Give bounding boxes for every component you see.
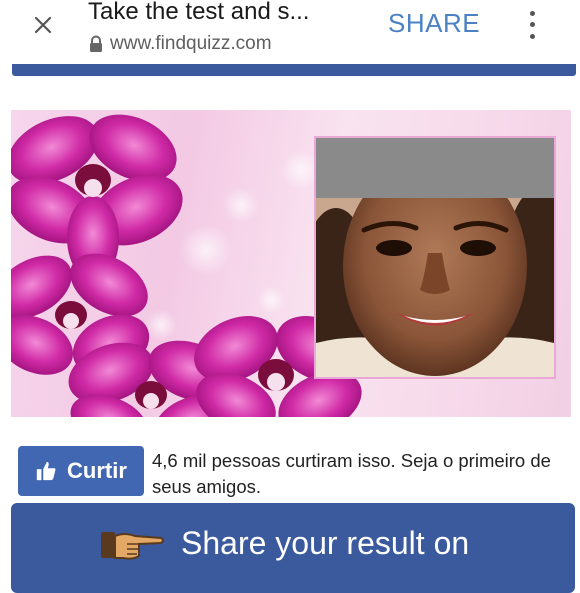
share-result-label: Share your result on	[181, 525, 470, 561]
more-vert-icon[interactable]	[522, 8, 542, 42]
like-button[interactable]: Curtir	[18, 446, 144, 496]
close-icon[interactable]	[28, 10, 58, 40]
url-bar[interactable]: www.findquizz.com	[88, 32, 272, 56]
like-label: Curtir	[67, 458, 127, 483]
portrait-photo	[314, 136, 556, 379]
page-title: Take the test and s...	[88, 0, 310, 25]
browser-toolbar: Take the test and s... www.findquizz.com…	[0, 0, 580, 62]
header-strip	[12, 64, 576, 76]
lock-icon	[90, 35, 102, 52]
like-count-text: 4,6 mil pessoas curtiram isso. Seja o pr…	[152, 450, 551, 497]
share-button[interactable]: SHARE	[388, 8, 480, 39]
pointing-hand-icon	[101, 532, 164, 560]
url-text: www.findquizz.com	[110, 33, 272, 54]
thumbs-up-icon	[36, 461, 56, 481]
